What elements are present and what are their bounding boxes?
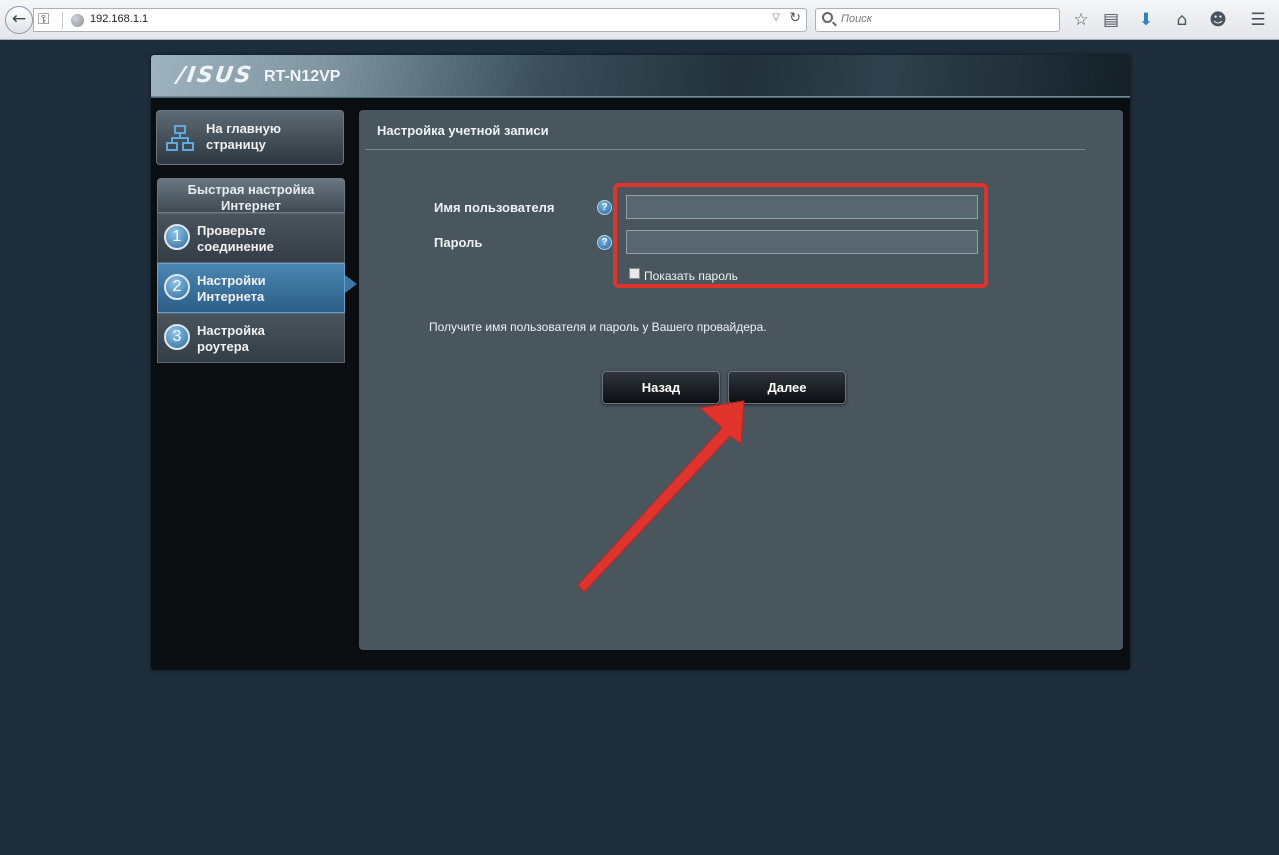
globe-icon [71,14,84,27]
browser-toolbar: ← ⚿ 192.168.1.1 ▽ ↻ Поиск ☆ ▤ ⬇ ⌂ ☻ ☰ [0,0,1279,40]
search-bar[interactable]: Поиск [815,8,1060,32]
url-separator [62,12,63,29]
home-icon[interactable]: ⌂ [1170,8,1194,32]
search-icon [822,12,833,23]
step-number: 3 [164,324,190,350]
search-input[interactable]: Поиск [841,13,872,25]
reading-list-icon[interactable]: ▤ [1099,8,1123,32]
step-number: 2 [164,274,190,300]
step-label-line2: роутера [197,339,249,354]
step-label-line2: соединение [197,239,274,254]
step-number: 1 [164,224,190,250]
account-settings-panel: Настройка учетной записи Имя пользовател… [359,110,1123,650]
menu-icon[interactable]: ☰ [1246,8,1270,32]
panel-title: Настройка учетной записи [377,123,549,138]
back-button[interactable]: Назад [602,371,720,404]
reload-icon[interactable]: ↻ [789,10,801,26]
chat-icon[interactable]: ☻ [1206,8,1230,32]
url-text[interactable]: 192.168.1.1 [90,13,148,25]
home-label-line1: На главную [206,121,281,136]
bookmark-star-icon[interactable]: ☆ [1069,8,1093,32]
asus-logo: /ISUS [175,63,255,88]
active-step-pointer-icon [345,275,357,293]
password-help-icon[interactable]: ? [597,235,612,250]
dropdown-icon[interactable]: ▽ [772,12,780,23]
step-label: Проверьте соединение [197,223,274,255]
router-model: RT-N12VP [264,68,341,85]
next-button[interactable]: Далее [728,371,846,404]
username-help-icon[interactable]: ? [597,200,612,215]
key-icon[interactable]: ⚿ [38,10,49,28]
router-header: /ISUS RT-N12VP [151,55,1130,98]
home-label: На главную страницу [206,121,281,153]
home-label-line2: страницу [206,137,266,152]
step-label-line1: Настройки [197,273,266,288]
provider-info-text: Получите имя пользователя и пароль у Ваш… [429,320,767,334]
step-label-line2: Интернета [197,289,265,304]
step-label-line1: Проверьте [197,223,266,238]
network-icon [166,125,194,151]
step-label-line1: Настройка [197,323,265,338]
router-frame: /ISUS RT-N12VP На главную страницу Быстр… [151,55,1130,670]
step-router-setup[interactable]: 3 Настройка роутера [157,313,345,363]
panel-divider [365,149,1085,150]
url-bar[interactable]: ⚿ 192.168.1.1 ▽ ↻ [33,8,807,32]
credentials-highlight [613,183,988,288]
quick-setup-title-line1: Быстрая настройка [187,182,315,197]
back-icon[interactable]: ← [5,6,33,34]
quick-setup-title: Быстрая настройка Интернет [157,178,345,213]
quick-setup-title-line2: Интернет [220,198,281,213]
step-check-connection[interactable]: 1 Проверьте соединение [157,213,345,263]
home-button[interactable]: На главную страницу [156,110,344,165]
download-icon[interactable]: ⬇ [1134,8,1158,32]
step-label: Настройка роутера [197,323,265,355]
step-label: Настройки Интернета [197,273,266,305]
username-label: Имя пользователя [434,200,555,215]
password-label: Пароль [434,235,483,250]
step-internet-settings[interactable]: 2 Настройки Интернета [157,263,345,313]
